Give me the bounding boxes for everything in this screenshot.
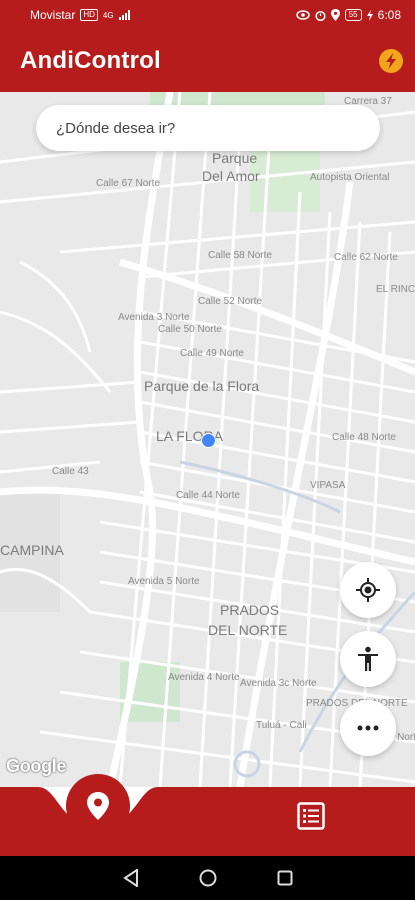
nav-map-button[interactable]: [66, 774, 130, 838]
clock: 6:08: [377, 8, 401, 22]
label-el-rin: EL RINC: [376, 284, 415, 295]
signal-bars-icon: [118, 10, 130, 20]
app-bar: AndiControl: [0, 30, 415, 92]
status-left: Movistar HD 4G: [30, 8, 131, 22]
location-status-icon: [330, 9, 340, 21]
label-avenida3c: Avenida 3c Norte: [240, 678, 317, 689]
accessibility-person-icon: [358, 646, 378, 671]
search-input[interactable]: ¿Dónde desea ir?: [36, 105, 380, 151]
list-icon: [297, 802, 325, 830]
label-avenida3: Avenida 3 Norte: [118, 312, 190, 323]
label-calle44: Calle 44 Norte: [176, 490, 240, 501]
more-button[interactable]: [340, 700, 396, 756]
system-navigation-bar: [0, 856, 415, 900]
locate-button[interactable]: [340, 562, 396, 618]
label-calle62: Calle 62 Norte: [334, 252, 398, 263]
label-calle67: Calle 67 Norte: [96, 178, 160, 189]
label-prados-2: DEL NORTE: [208, 622, 288, 638]
label-campina: CAMPINA: [0, 542, 64, 558]
label-prados-1: PRADOS: [220, 602, 280, 618]
signal-icon: 4G: [102, 10, 114, 20]
location-pin-icon: [87, 792, 109, 820]
battery-icon: 55: [344, 9, 362, 21]
recents-icon[interactable]: [277, 870, 293, 886]
label-tulua: Tuluá - Cali: [256, 720, 307, 731]
google-logo: Google: [6, 756, 67, 776]
user-location-dot: [201, 433, 216, 448]
status-right: 55 6:08: [295, 8, 401, 22]
back-icon[interactable]: [122, 869, 139, 887]
label-parque-amor-2: Del Amor: [202, 168, 260, 184]
carrier-label: Movistar: [30, 8, 76, 22]
hd-badge: HD: [80, 9, 98, 21]
label-avenida4: Avenida 4 Norte: [168, 672, 240, 683]
more-horizontal-icon: [357, 725, 379, 731]
label-parque-amor-1: Parque: [212, 150, 258, 166]
label-autopista: Autopista Oriental: [310, 172, 390, 183]
alarm-icon: [315, 10, 326, 21]
app-title: AndiControl: [20, 47, 161, 74]
status-bar: Movistar HD 4G 55 6:08: [0, 0, 415, 30]
eye-icon: [295, 10, 310, 20]
nav-list-button[interactable]: [296, 801, 326, 831]
label-calle50: Calle 50 Norte: [158, 324, 222, 335]
home-icon[interactable]: [199, 869, 217, 887]
label-calle48: Calle 48 Norte: [332, 432, 396, 443]
label-calle52: Calle 52 Norte: [198, 296, 262, 307]
accessibility-button[interactable]: [340, 631, 396, 687]
label-calle43: Calle 43: [52, 466, 89, 477]
charging-icon: [366, 9, 373, 21]
label-calle58: Calle 58 Norte: [208, 250, 272, 261]
label-avenida5: Avenida 5 Norte: [128, 576, 200, 587]
bolt-icon: [386, 53, 396, 69]
label-calle49: Calle 49 Norte: [180, 348, 244, 359]
label-vipasa: VIPASA: [310, 480, 346, 491]
crosshair-gps-icon: [356, 578, 380, 602]
label-parque-flora: Parque de la Flora: [144, 378, 260, 394]
bolt-button[interactable]: [379, 49, 403, 73]
